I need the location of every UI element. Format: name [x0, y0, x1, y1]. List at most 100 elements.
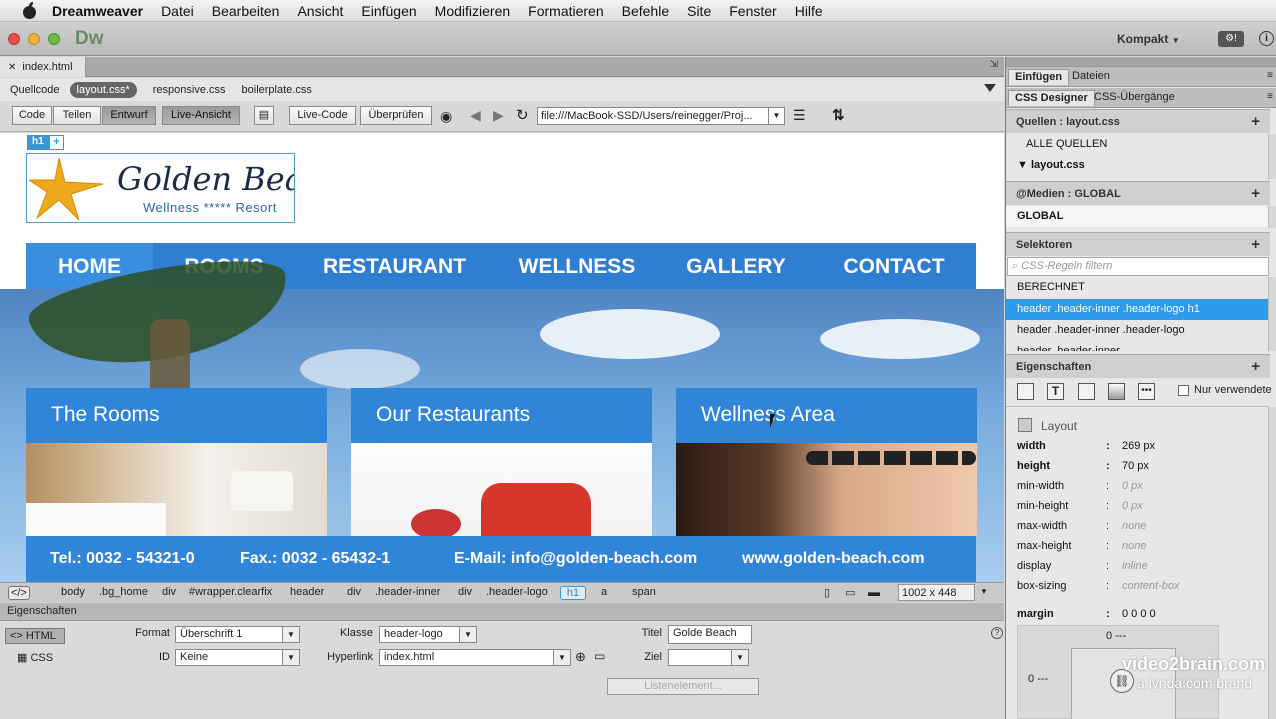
format-select[interactable]: Überschrift 1 ▼	[175, 626, 300, 643]
url-field[interactable]: file:///MacBook-SSD/Users/reinegger/Proj…	[537, 107, 785, 125]
tag-header-inner[interactable]: .header-inner	[373, 586, 442, 600]
sync-settings-icon[interactable]: ⚙!	[1218, 31, 1244, 47]
media-global[interactable]: GLOBAL	[1006, 206, 1268, 227]
related-responsive-css[interactable]: responsive.css	[153, 84, 226, 96]
document-tab[interactable]: ✕ index.html	[0, 57, 86, 77]
add-media-icon[interactable]: +	[1251, 185, 1260, 202]
prop-margin-value[interactable]: 0 0 0 0	[1122, 608, 1156, 620]
properties-css-header[interactable]: Eigenschaften +	[1006, 354, 1270, 378]
hyperlink-field[interactable]: index.html ▼	[379, 649, 571, 666]
design-view-button[interactable]: Entwurf	[102, 106, 156, 125]
selector-header-logo-h1[interactable]: header .header-inner .header-logo h1	[1006, 299, 1268, 320]
add-property-icon[interactable]: +	[1251, 358, 1260, 375]
nav-wellness[interactable]: WELLNESS	[494, 243, 660, 289]
related-boilerplate-css[interactable]: boilerplate.css	[242, 84, 312, 96]
close-icon[interactable]: ✕	[8, 62, 16, 73]
prop-max-width-value[interactable]: none	[1122, 520, 1146, 532]
media-scrollbar[interactable]	[1268, 206, 1276, 228]
menu-formatieren[interactable]: Formatieren	[528, 3, 603, 19]
tag-div[interactable]: div	[456, 586, 474, 600]
margin-top-value[interactable]: 0 ---	[1106, 630, 1126, 642]
selector-filter-input[interactable]: ⌕ CSS-Regeln filtern	[1007, 257, 1269, 276]
layout-category-icon[interactable]	[1017, 383, 1034, 400]
more-category-icon[interactable]: •••	[1138, 383, 1155, 400]
menu-fenster[interactable]: Fenster	[729, 3, 776, 19]
selector-header-inner[interactable]: header .header-inner	[1006, 341, 1268, 351]
properties-scrollbar[interactable]	[1268, 407, 1276, 719]
refresh-icon[interactable]: ↻	[516, 106, 529, 124]
card-wellness[interactable]: Wellness Area	[676, 388, 977, 536]
text-category-icon[interactable]: T	[1047, 383, 1064, 400]
sources-scrollbar[interactable]	[1268, 134, 1276, 179]
tag-a[interactable]: a	[599, 586, 609, 600]
inspect-button[interactable]: Überprüfen	[360, 106, 432, 125]
help-icon[interactable]: ?	[991, 627, 1003, 639]
zoom-window-button[interactable]	[48, 33, 60, 45]
card-restaurants[interactable]: Our Restaurants	[351, 388, 652, 536]
prop-width-value[interactable]: 269 px	[1122, 440, 1155, 452]
multiscreen-icon[interactable]: ▤	[254, 106, 274, 125]
margin-left-value[interactable]: 0 ---	[1028, 673, 1048, 685]
source-layout-css[interactable]: ▼ layout.css	[1006, 155, 1268, 176]
only-used-checkbox[interactable]	[1178, 385, 1189, 396]
view-options-icon[interactable]: ☰	[793, 107, 806, 124]
tag-span[interactable]: span	[630, 586, 658, 600]
live-code-button[interactable]: Live-Code	[289, 106, 356, 125]
tag-wrapper[interactable]: #wrapper.clearfix	[187, 586, 274, 600]
tag-h1[interactable]: h1	[560, 586, 586, 600]
css-mode-button[interactable]: ▦ CSS	[17, 651, 53, 664]
menu-modifizieren[interactable]: Modifizieren	[435, 3, 510, 19]
info-icon[interactable]: i	[1259, 31, 1274, 46]
menu-site[interactable]: Site	[687, 3, 711, 19]
related-source-code[interactable]: Quellcode	[10, 84, 60, 96]
tab-css-designer[interactable]: CSS Designer	[1008, 90, 1095, 106]
background-category-icon[interactable]	[1108, 383, 1125, 400]
split-view-button[interactable]: Teilen	[53, 106, 101, 125]
filter-icon[interactable]	[984, 84, 996, 92]
header-logo[interactable]: Golden Beach Wellness ***** Resort	[26, 153, 295, 223]
minimize-window-button[interactable]	[28, 33, 40, 45]
info-email[interactable]: E-Mail: info@golden-beach.com	[454, 550, 742, 568]
menu-app-name[interactable]: Dreamweaver	[52, 3, 143, 19]
target-select[interactable]: ▼	[668, 649, 749, 666]
menu-befehle[interactable]: Befehle	[622, 3, 669, 19]
add-class-icon[interactable]: +	[49, 135, 64, 150]
nav-contact[interactable]: CONTACT	[812, 243, 976, 289]
media-header[interactable]: @Medien : GLOBAL +	[1006, 181, 1270, 205]
tag-div[interactable]: div	[160, 586, 178, 600]
desktop-size-icon[interactable]: ▬	[868, 585, 880, 599]
live-view-button[interactable]: Live-Ansicht	[162, 106, 240, 125]
forward-arrow-icon[interactable]: ▶	[493, 107, 504, 124]
code-view-button[interactable]: Code	[12, 106, 52, 125]
tablet-size-icon[interactable]: ▭	[845, 586, 855, 599]
info-website[interactable]: www.golden-beach.com	[742, 550, 952, 568]
source-all[interactable]: ALLE QUELLEN	[1006, 134, 1268, 155]
add-selector-icon[interactable]: +	[1251, 236, 1260, 253]
tag-header[interactable]: header	[288, 586, 326, 600]
menu-bearbeiten[interactable]: Bearbeiten	[212, 3, 280, 19]
globe-icon[interactable]: ◉	[440, 108, 452, 125]
html-mode-button[interactable]: <> HTML	[5, 628, 65, 644]
panel-menu-icon[interactable]: ≡	[1267, 70, 1273, 81]
workspace-switcher[interactable]: Kompakt ▼	[1117, 32, 1180, 46]
sort-arrows-icon[interactable]: ⇅	[832, 106, 845, 124]
prop-min-width-value[interactable]: 0 px	[1122, 480, 1143, 492]
chevron-down-icon[interactable]: ▼	[768, 108, 784, 124]
nav-gallery[interactable]: GALLERY	[660, 243, 812, 289]
close-window-button[interactable]	[8, 33, 20, 45]
selector-header-logo[interactable]: header .header-inner .header-logo	[1006, 320, 1268, 341]
prop-min-height-value[interactable]: 0 px	[1122, 500, 1143, 512]
class-select[interactable]: header-logo ▼	[379, 626, 477, 643]
prop-box-sizing-value[interactable]: content-box	[1122, 580, 1179, 592]
list-item-button[interactable]: Listenelement...	[607, 678, 759, 695]
apple-icon[interactable]	[20, 1, 40, 20]
prop-display-value[interactable]: inline	[1122, 560, 1148, 572]
prop-height-value[interactable]: 70 px	[1122, 460, 1149, 472]
tag-header-logo[interactable]: .header-logo	[484, 586, 550, 600]
chevron-down-icon[interactable]: ▼	[980, 587, 988, 596]
selectors-header[interactable]: Selektoren +	[1006, 232, 1270, 256]
back-arrow-icon[interactable]: ◀	[470, 107, 481, 124]
panel-menu-icon[interactable]: ≡	[1267, 91, 1273, 102]
nav-restaurant[interactable]: RESTAURANT	[295, 243, 494, 289]
code-tag-icon[interactable]: </>	[8, 586, 30, 600]
